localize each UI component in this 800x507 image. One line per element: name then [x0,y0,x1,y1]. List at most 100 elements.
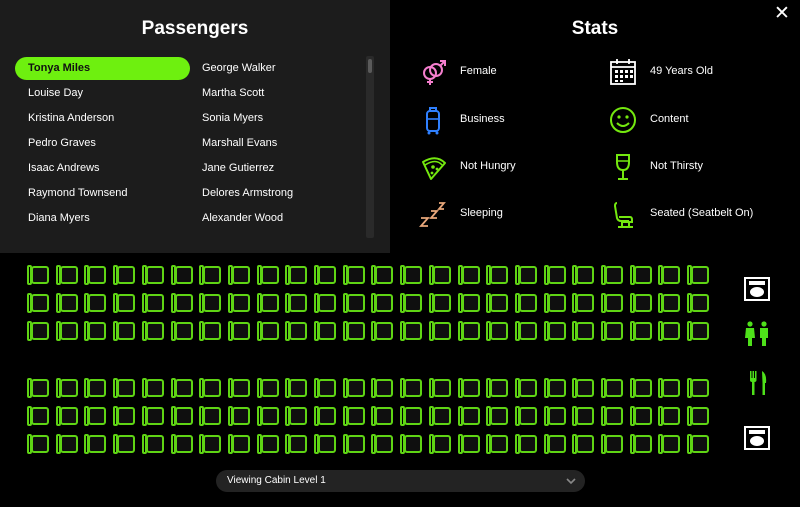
cabin-seat[interactable] [514,406,537,426]
cabin-seat[interactable] [256,406,279,426]
passenger-list-item[interactable]: Diana Myers [15,207,190,230]
passenger-list-scrollbar[interactable] [366,56,374,238]
cabin-seat[interactable] [84,406,107,426]
cabin-seat[interactable] [199,378,222,398]
cabin-seat[interactable] [256,293,279,313]
cabin-seat[interactable] [400,321,423,341]
cabin-seat[interactable] [113,434,136,454]
cabin-seat[interactable] [629,406,652,426]
cabin-seat[interactable] [55,265,78,285]
cabin-seat[interactable] [141,265,164,285]
cabin-seat[interactable] [256,321,279,341]
cabin-seat[interactable] [27,265,49,285]
cabin-seat[interactable] [55,378,78,398]
cabin-seat[interactable] [543,406,566,426]
cabin-seat[interactable] [27,293,49,313]
cabin-seat[interactable] [314,321,336,341]
cabin-seat[interactable] [371,406,394,426]
cabin-seat[interactable] [55,321,78,341]
cabin-seat[interactable] [170,265,193,285]
cabin-seat[interactable] [601,265,623,285]
cabin-seat[interactable] [227,378,250,398]
cabin-seat[interactable] [629,378,652,398]
cabin-seat[interactable] [514,321,537,341]
cabin-seat[interactable] [601,434,623,454]
cabin-seat[interactable] [342,378,365,398]
cabin-seat[interactable] [572,378,595,398]
cabin-seat[interactable] [601,293,623,313]
cabin-seat[interactable] [457,293,480,313]
cabin-seat[interactable] [170,434,193,454]
cabin-seat[interactable] [543,293,566,313]
passenger-list-item[interactable]: Tonya Miles [15,57,190,80]
passenger-list-item[interactable]: Delores Armstrong [189,182,364,205]
cabin-seat[interactable] [141,378,164,398]
cabin-seat[interactable] [543,378,566,398]
cabin-seat[interactable] [227,321,250,341]
cabin-seat[interactable] [658,434,681,454]
cabin-seat[interactable] [371,378,394,398]
cabin-seat[interactable] [486,321,509,341]
cabin-seat[interactable] [457,378,480,398]
cabin-seat[interactable] [170,378,193,398]
cabin-seat[interactable] [543,265,566,285]
cabin-seat[interactable] [629,434,652,454]
cabin-seat[interactable] [84,321,107,341]
cabin-seat[interactable] [84,293,107,313]
cabin-seat[interactable] [629,265,652,285]
cabin-seat[interactable] [285,378,308,398]
cabin-seat[interactable] [227,293,250,313]
cabin-seat[interactable] [486,265,509,285]
cabin-seat[interactable] [687,321,710,341]
cabin-seat[interactable] [658,265,681,285]
cabin-seat[interactable] [572,321,595,341]
restroom-icon[interactable] [744,321,770,347]
cabin-seat[interactable] [27,406,49,426]
cabin-seat[interactable] [658,406,681,426]
passenger-list-item[interactable]: Jane Gutierrez [189,157,364,180]
cabin-seat[interactable] [371,293,394,313]
cabin-seat[interactable] [543,321,566,341]
cabin-seat[interactable] [141,293,164,313]
cabin-seat[interactable] [400,406,423,426]
cabin-seat[interactable] [27,434,49,454]
cabin-seat[interactable] [428,378,451,398]
cabin-seat[interactable] [256,378,279,398]
cabin-seat[interactable] [285,265,308,285]
cabin-seat[interactable] [27,321,49,341]
cabin-seat[interactable] [687,378,710,398]
cabin-seat[interactable] [601,321,623,341]
cabin-seat[interactable] [113,293,136,313]
cabin-seat[interactable] [170,406,193,426]
cabin-seat[interactable] [457,434,480,454]
cabin-seat[interactable] [400,378,423,398]
cabin-seat[interactable] [84,265,107,285]
cabin-seat[interactable] [486,293,509,313]
passenger-list-item[interactable]: Pedro Graves [15,132,190,155]
cabin-seat[interactable] [457,406,480,426]
cabin-seat[interactable] [629,321,652,341]
cabin-seat[interactable] [141,321,164,341]
cabin-seat[interactable] [342,406,365,426]
cabin-seat[interactable] [658,293,681,313]
cabin-seat[interactable] [27,378,49,398]
cabin-seat[interactable] [514,293,537,313]
cabin-seat[interactable] [113,378,136,398]
cabin-seat[interactable] [687,406,710,426]
cabin-seat[interactable] [199,265,222,285]
cabin-seat[interactable] [199,293,222,313]
cabin-seat[interactable] [285,434,308,454]
cabin-seat[interactable] [457,265,480,285]
cabin-seat[interactable] [227,265,250,285]
scrollbar-thumb[interactable] [368,59,372,73]
cabin-seat[interactable] [342,434,365,454]
cabin-seat[interactable] [84,378,107,398]
cabin-seat[interactable] [371,434,394,454]
cabin-seat[interactable] [285,321,308,341]
cabin-seat[interactable] [314,406,336,426]
cabin-seat[interactable] [514,434,537,454]
cabin-seat[interactable] [113,265,136,285]
cabin-seat[interactable] [486,378,509,398]
cabin-seat[interactable] [572,265,595,285]
cabin-seat[interactable] [572,406,595,426]
